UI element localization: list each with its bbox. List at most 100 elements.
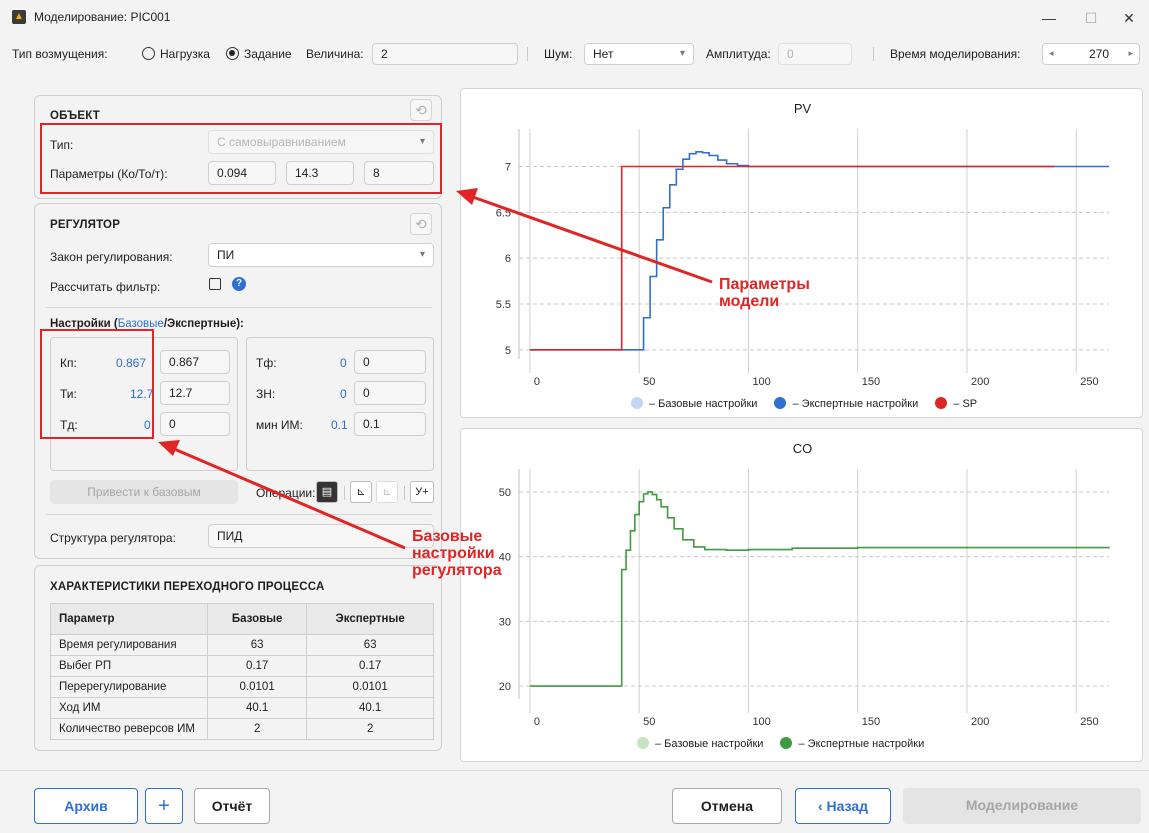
minimize-button[interactable]: — xyxy=(1034,6,1064,30)
bottom-bar: Архив + Отчёт Отмена ‹ Назад Моделирован… xyxy=(0,770,1149,833)
archive-label: Архив xyxy=(64,798,108,814)
table-cell: Перерегулирование xyxy=(50,676,208,698)
annotation-highlight-object xyxy=(40,123,442,194)
annotation-line: регулятора xyxy=(412,562,502,579)
regulator-reset-icon[interactable]: ⟲ xyxy=(410,213,432,235)
tf-label: Тф: xyxy=(256,356,277,370)
min-im-label: мин ИМ: xyxy=(256,418,303,432)
filter-label: Рассчитать фильтр: xyxy=(50,280,161,294)
report-button[interactable]: Отчёт xyxy=(194,788,270,824)
series-line-expert xyxy=(529,151,1109,351)
characteristics-table: Параметр Базовые Экспертные Время регули… xyxy=(50,603,434,740)
legend-dot-icon xyxy=(774,397,787,409)
x-tick-label: 50 xyxy=(643,376,655,388)
tf-base-value: 0 xyxy=(340,356,347,370)
noise-select[interactable]: Нет ▾ xyxy=(584,43,694,65)
pv-chart-svg: 0 50 100 150 200 250 5 5.5 6 6.5 7 xyxy=(496,129,1109,388)
ti-input[interactable]: 12.7 xyxy=(160,381,230,405)
legend-sp-label: – SP xyxy=(953,398,978,410)
magnitude-input[interactable]: 2 xyxy=(372,43,518,65)
back-button[interactable]: ‹ Назад xyxy=(795,788,891,824)
legend-expert-label: – Экспертные настройки xyxy=(798,738,925,750)
filter-checkbox[interactable] xyxy=(209,278,221,290)
y-tick-label: 5.5 xyxy=(496,299,511,311)
chart-op-icon[interactable]: ⊾ xyxy=(350,481,372,503)
archive-button[interactable]: Архив xyxy=(34,788,138,824)
chart-op-disabled-icon[interactable]: ⊾ xyxy=(376,481,398,503)
y-tick-label: 30 xyxy=(499,616,511,628)
annotation-line: Параметры xyxy=(719,276,810,293)
table-cell: 40.1 xyxy=(306,697,434,719)
structure-input[interactable]: ПИД xyxy=(208,524,434,548)
table-cell: Выбег РП xyxy=(50,655,208,677)
simtime-value: 270 xyxy=(1088,47,1109,61)
maximize-button[interactable]: ☐ xyxy=(1076,6,1106,30)
magnitude-label: Величина: xyxy=(306,47,364,61)
y-tick-label: 20 xyxy=(499,681,511,693)
table-row: Выбег РП 0.17 0.17 xyxy=(50,655,434,677)
x-tick-label: 100 xyxy=(752,376,770,388)
annotation-line: модели xyxy=(719,293,780,310)
law-value: ПИ xyxy=(217,248,235,262)
x-tick-label: 200 xyxy=(971,716,989,728)
amplitude-label: Амплитуда: xyxy=(706,47,771,61)
min-im-input[interactable]: 0.1 xyxy=(354,412,426,436)
close-button[interactable]: ✕ xyxy=(1114,6,1144,30)
amplitude-input[interactable]: 0 xyxy=(778,43,852,65)
table-cell: 2 xyxy=(306,718,434,740)
annotation-line: настройки xyxy=(412,545,495,562)
increment-icon[interactable]: ▸ xyxy=(1128,48,1133,59)
x-tick-label: 100 xyxy=(752,716,770,728)
cancel-button[interactable]: Отмена xyxy=(672,788,782,824)
add-button[interactable]: + xyxy=(145,788,183,824)
pv-legend: – Базовые настройки – Экспертные настрой… xyxy=(631,397,977,410)
x-tick-label: 200 xyxy=(971,376,989,388)
y-plus-button[interactable]: У+ xyxy=(410,481,434,503)
setpoint-radio[interactable] xyxy=(226,47,239,60)
table-row: Количество реверсов ИМ 2 2 xyxy=(50,718,434,740)
law-select[interactable]: ПИ ▾ xyxy=(208,243,434,267)
reset-to-base-button[interactable]: Привести к базовым xyxy=(50,480,238,504)
divider xyxy=(527,47,528,61)
zn-label: ЗН: xyxy=(256,387,276,401)
x-tick-label: 50 xyxy=(643,716,655,728)
simtime-stepper[interactable]: ◂ 270 ▸ xyxy=(1042,43,1140,65)
kp-input[interactable]: 0.867 xyxy=(160,350,230,374)
table-op-icon[interactable]: ▤ xyxy=(316,481,338,503)
table-header-row: Параметр Базовые Экспертные xyxy=(50,603,434,635)
tf-input[interactable]: 0 xyxy=(354,350,426,374)
object-reset-icon[interactable]: ⟲ xyxy=(410,99,432,121)
co-chart-svg: 0 50 100 150 200 25020304050 xyxy=(499,469,1110,728)
report-label: Отчёт xyxy=(211,798,253,814)
min-im-base-value: 0.1 xyxy=(331,418,348,432)
y-tick-label: 7 xyxy=(505,162,511,174)
divider xyxy=(46,514,432,515)
td-input[interactable]: 0 xyxy=(160,412,230,436)
table-row: Ход ИМ 40.1 40.1 xyxy=(50,697,434,719)
simulate-button[interactable]: Моделирование xyxy=(903,788,1141,824)
operations-label: Операции: xyxy=(256,486,316,500)
annotation-line: Базовые xyxy=(412,528,483,545)
simtime-label: Время моделирования: xyxy=(890,47,1021,61)
x-tick-label: 250 xyxy=(1080,716,1098,728)
co-legend: – Базовые настройки – Экспертные настрой… xyxy=(637,737,924,750)
chevron-down-icon: ▾ xyxy=(679,48,685,59)
load-option-label[interactable]: Нагрузка xyxy=(160,47,210,61)
object-section-title: ОБЪЕКТ xyxy=(50,110,100,122)
y-tick-label: 6 xyxy=(505,253,511,265)
app-logo-icon: ▲ xyxy=(12,10,26,24)
load-radio[interactable] xyxy=(142,47,155,60)
x-tick-label: 150 xyxy=(862,716,880,728)
zn-input[interactable]: 0 xyxy=(354,381,426,405)
simulate-label: Моделирование xyxy=(965,797,1079,813)
table-cell: Количество реверсов ИМ xyxy=(50,718,208,740)
table-cell: Время регулирования xyxy=(50,634,208,656)
setpoint-option-label[interactable]: Задание xyxy=(244,47,292,61)
noise-select-value: Нет xyxy=(593,47,614,61)
x-tick-label: 250 xyxy=(1080,376,1098,388)
y-tick-label: 6.5 xyxy=(496,207,511,219)
decrement-icon[interactable]: ◂ xyxy=(1049,48,1054,59)
table-cell: Ход ИМ xyxy=(50,697,208,719)
help-icon[interactable]: ? xyxy=(232,277,246,291)
structure-label: Структура регулятора: xyxy=(50,531,176,545)
